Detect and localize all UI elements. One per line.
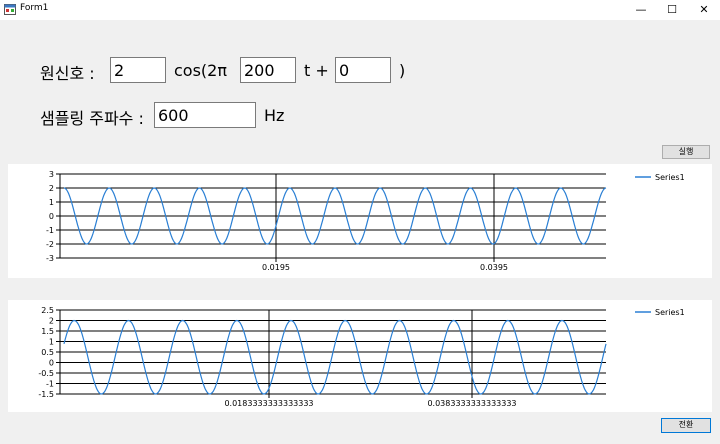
window-title: Form1 — [20, 3, 49, 13]
y-tick-label: 2 — [49, 184, 54, 193]
close-paren-label: ) — [399, 61, 406, 80]
chart-svg: 3 2 1 0 -1 -2 -3 0.0195 0.0395 Series1 — [46, 170, 685, 272]
cos-label: cos(2π — [174, 61, 227, 80]
transform-button[interactable]: 전환 — [661, 418, 711, 433]
y-tick-label: -3 — [46, 254, 54, 263]
run-button[interactable]: 실행 — [662, 145, 710, 159]
series-line — [63, 319, 607, 395]
title-bar: Form1 — ☐ ✕ — [0, 0, 720, 20]
y-tick-label: 3 — [49, 170, 54, 179]
y-tick-label: -1 — [46, 380, 54, 389]
x-tick-label: 0.0395 — [480, 263, 508, 272]
sampling-frequency-input[interactable] — [154, 102, 256, 128]
phase-input[interactable] — [335, 57, 391, 83]
y-tick-label: 1 — [49, 338, 54, 347]
y-tick-label: -0.5 — [38, 369, 54, 378]
legend-label: Series1 — [655, 308, 685, 317]
minimize-button[interactable]: — — [625, 0, 657, 20]
hz-label: Hz — [264, 106, 285, 125]
x-tick-label: 0.0183333333333333 — [224, 399, 313, 408]
y-tick-label: -2 — [46, 240, 54, 249]
legend-label: Series1 — [655, 173, 685, 182]
t-label: t + — [304, 61, 329, 80]
y-tick-label: 2 — [49, 317, 54, 326]
x-tick-label: 0.0195 — [262, 263, 290, 272]
chart-svg: 2.5 21.5 10.5 0-0.5 -1-1.5 0.0183333333333333… — [38, 306, 685, 408]
y-tick-label: 2.5 — [41, 306, 54, 315]
y-tick-label: 0 — [49, 212, 54, 221]
y-tick-label: 1 — [49, 198, 54, 207]
y-tick-label: -1.5 — [38, 390, 54, 399]
app-icon — [4, 4, 16, 15]
y-tick-label: 1.5 — [41, 327, 54, 336]
y-tick-label: 0 — [49, 359, 54, 368]
maximize-button[interactable]: ☐ — [656, 0, 688, 20]
original-signal-chart: 3 2 1 0 -1 -2 -3 0.0195 0.0395 Series1 — [8, 164, 712, 278]
y-tick-label: -1 — [46, 226, 54, 235]
sampling-label: 샘플링 주파수 : — [40, 109, 144, 128]
amplitude-input[interactable] — [110, 57, 166, 83]
x-tick-label: 0.0383333333333333 — [427, 399, 516, 408]
signal-label: 원신호 : — [40, 64, 95, 83]
y-tick-label: 0.5 — [41, 348, 54, 357]
sampled-signal-chart: 2.5 2 1.5 1 0.5 0 -0.5 -1 -1.5 0.0183333333333333… — [8, 300, 712, 412]
close-button[interactable]: ✕ — [688, 0, 720, 20]
frequency-input[interactable] — [240, 57, 296, 83]
